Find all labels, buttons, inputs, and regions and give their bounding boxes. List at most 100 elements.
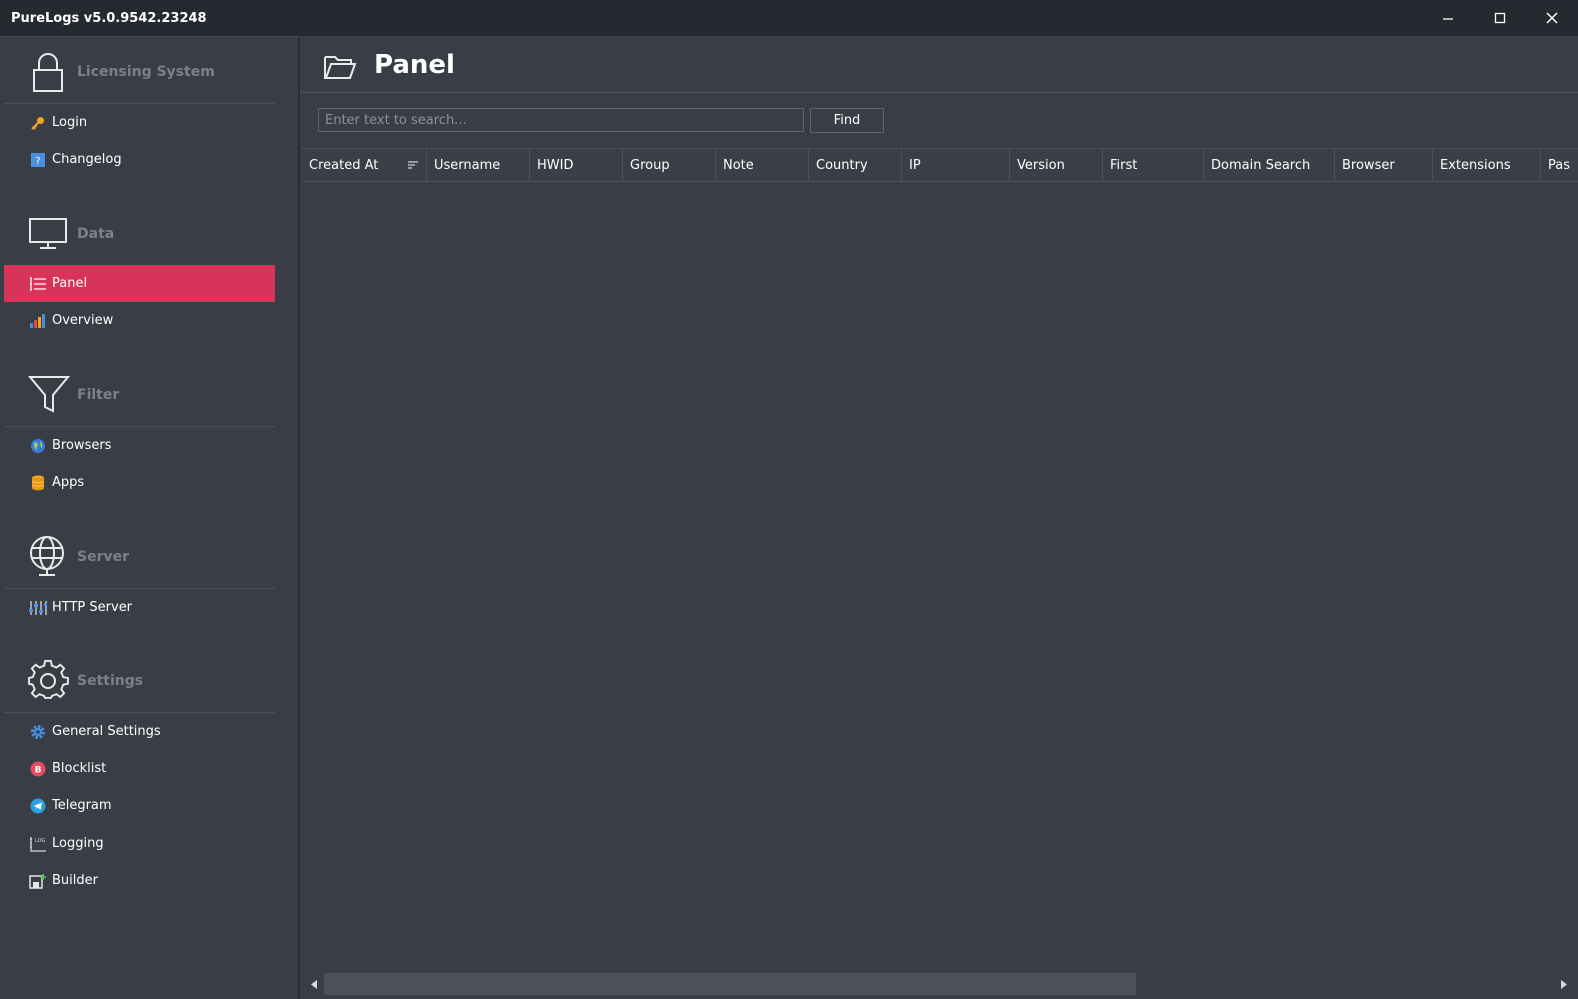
monitor-icon [29, 218, 67, 249]
sidebar-item-browsers[interactable]: Browsers [4, 427, 275, 464]
sidebar-item-label: Login [52, 115, 88, 130]
column-label: Browser [1342, 157, 1395, 173]
group-server: Server [4, 522, 275, 589]
find-button[interactable]: Find [810, 108, 884, 133]
gear-icon [28, 660, 69, 699]
sidebar-item-builder[interactable]: Builder [4, 862, 275, 899]
svg-text:LOG: LOG [35, 838, 46, 844]
scroll-left-icon[interactable] [310, 980, 318, 989]
column-label: Version [1017, 157, 1065, 173]
window-title: PureLogs v5.0.9542.23248 [11, 10, 207, 26]
column-header-extensions[interactable]: Extensions [1433, 149, 1541, 181]
column-header-group[interactable]: Group [623, 149, 716, 181]
group-label: Settings [77, 673, 144, 689]
sidebar-item-label: Apps [52, 475, 85, 490]
column-header-browser[interactable]: Browser [1335, 149, 1433, 181]
column-header-created-at[interactable]: Created At [302, 149, 427, 181]
sidebar-item-label: Builder [52, 873, 98, 888]
column-label: Pas [1548, 157, 1570, 173]
bar-chart-icon [29, 312, 47, 330]
page-title: Panel [374, 50, 455, 80]
svg-text:?: ? [35, 156, 40, 167]
sidebar-item-apps[interactable]: Apps [4, 464, 275, 501]
sort-icon [408, 161, 418, 169]
column-label: Group [630, 157, 670, 173]
sidebar-item-overview[interactable]: Overview [4, 302, 275, 339]
folder-open-icon [324, 56, 357, 79]
close-button[interactable] [1526, 0, 1578, 36]
group-settings: Settings [4, 646, 275, 713]
funnel-icon [28, 376, 71, 413]
sidebar-item-panel[interactable]: Panel [4, 265, 275, 302]
column-label: Domain Search [1211, 157, 1311, 173]
sidebar-item-label: Browsers [52, 438, 112, 453]
page-header: Panel [300, 36, 1578, 93]
sidebar-item-label: General Settings [52, 724, 161, 739]
horizontal-scrollbar[interactable] [302, 969, 1578, 999]
database-icon [29, 474, 47, 492]
block-b-icon: B [29, 760, 47, 778]
sidebar-item-http-server[interactable]: HTTP Server [4, 589, 275, 626]
sidebar-item-blocklist[interactable]: B Blocklist [4, 750, 275, 787]
column-header-note[interactable]: Note [716, 149, 809, 181]
help-book-icon: ? [29, 151, 47, 169]
column-label: Country [816, 157, 868, 173]
sidebar-item-general-settings[interactable]: General Settings [4, 713, 275, 750]
sidebar-item-label: Changelog [52, 152, 122, 167]
sidebar: Licensing System Login ? Changelog Data … [0, 36, 300, 999]
globe-icon [29, 437, 47, 455]
column-header-ip[interactable]: IP [902, 149, 1010, 181]
title-bar: PureLogs v5.0.9542.23248 [0, 0, 1578, 36]
group-data: Data [4, 199, 275, 266]
minimize-button[interactable] [1422, 0, 1474, 36]
group-label: Licensing System [77, 64, 215, 80]
sidebar-item-label: Blocklist [52, 761, 107, 776]
column-header-hwid[interactable]: HWID [530, 149, 623, 181]
svg-text:B: B [35, 765, 42, 775]
builder-icon [29, 872, 47, 890]
column-label: First [1110, 157, 1138, 173]
globe-server-icon [30, 536, 64, 576]
column-label: Created At [309, 157, 379, 173]
close-icon [1546, 12, 1558, 24]
sidebar-item-changelog[interactable]: ? Changelog [4, 141, 275, 178]
telegram-icon [29, 797, 47, 815]
column-header-domain-search[interactable]: Domain Search [1204, 149, 1335, 181]
gear-small-icon [29, 723, 47, 741]
column-label: Extensions [1440, 157, 1511, 173]
sidebar-item-telegram[interactable]: Telegram [4, 787, 275, 824]
sidebar-item-label: Panel [52, 276, 88, 291]
column-label: HWID [537, 157, 574, 173]
sidebar-item-label: Logging [52, 836, 104, 851]
group-label: Server [77, 549, 130, 565]
group-filter: Filter [4, 360, 275, 427]
minimize-icon [1443, 18, 1453, 20]
main-content: Panel Find Created At Username HWID Grou… [300, 36, 1578, 999]
maximize-icon [1494, 12, 1506, 24]
group-licensing-system: Licensing System [4, 37, 275, 104]
group-label: Data [77, 226, 115, 242]
search-input[interactable] [318, 108, 804, 132]
log-icon: LOG [29, 835, 47, 853]
column-header-username[interactable]: Username [427, 149, 530, 181]
key-icon [29, 114, 47, 132]
sidebar-item-logging[interactable]: LOG Logging [4, 825, 275, 862]
column-header-country[interactable]: Country [809, 149, 902, 181]
scroll-right-icon[interactable] [1560, 980, 1568, 989]
sliders-icon [29, 599, 47, 617]
sidebar-item-label: HTTP Server [52, 600, 133, 615]
scrollbar-thumb[interactable] [324, 973, 1136, 995]
sidebar-item-label: Overview [52, 313, 114, 328]
table-header: Created At Username HWID Group Note Coun… [302, 148, 1578, 182]
column-header-passwords[interactable]: Pas [1541, 149, 1578, 181]
lock-icon [33, 53, 63, 92]
sidebar-item-login[interactable]: Login [4, 104, 275, 141]
maximize-button[interactable] [1474, 0, 1526, 36]
sidebar-item-label: Telegram [52, 798, 112, 813]
group-label: Filter [77, 387, 120, 403]
list-icon [29, 275, 47, 293]
column-header-first[interactable]: First [1103, 149, 1204, 181]
column-label: Username [434, 157, 501, 173]
column-label: Note [723, 157, 754, 173]
column-header-version[interactable]: Version [1010, 149, 1103, 181]
